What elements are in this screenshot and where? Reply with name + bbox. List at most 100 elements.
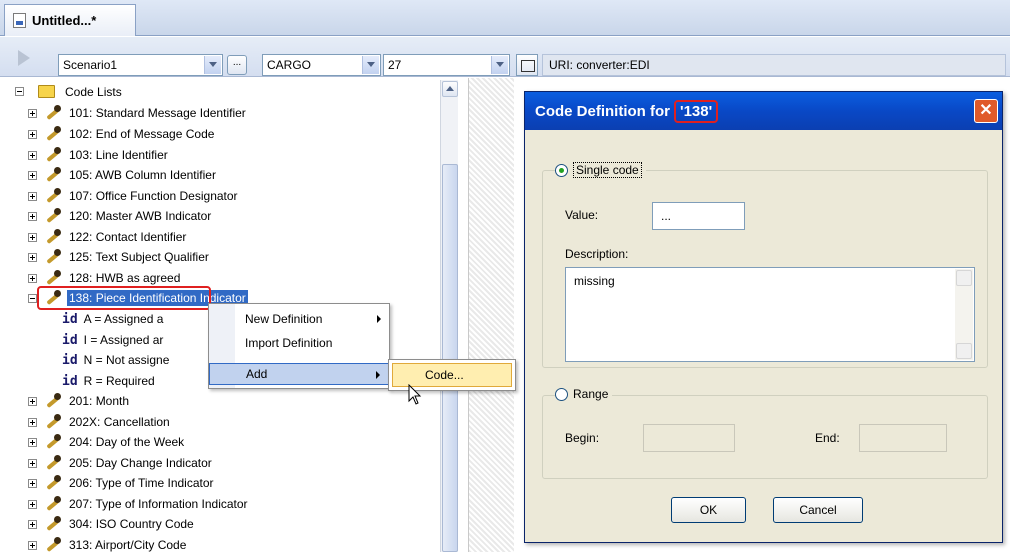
radio-label: Range [573, 387, 609, 401]
menu-item-label: Code... [425, 368, 464, 382]
range-radio[interactable]: Range [555, 387, 613, 401]
scenario-value: Scenario1 [63, 58, 118, 72]
code-entry-content: id A = Assigned a [62, 312, 163, 327]
standard-select[interactable]: CARGO [262, 54, 381, 76]
expand-icon[interactable] [28, 130, 37, 139]
code-list-icon [46, 208, 61, 222]
description-label: Description: [565, 247, 629, 261]
scroll-down-icon[interactable] [956, 343, 972, 359]
code-list-icon [46, 126, 61, 140]
code-entry-label: R = Required [83, 374, 155, 388]
tree-item-label: 202X: Cancellation [69, 415, 170, 429]
scrollbar-thumb[interactable] [442, 164, 458, 552]
menu-item-import-definition[interactable]: Import Definition [209, 332, 389, 354]
expand-icon[interactable] [28, 520, 37, 529]
expand-icon[interactable] [28, 109, 37, 118]
code-entry-content: id R = Required [62, 374, 155, 389]
document-tab-bar: Untitled...* [0, 0, 1010, 36]
expand-icon[interactable] [28, 479, 37, 488]
tree-item-label: 204: Day of the Week [69, 435, 185, 449]
dialog-title-code: '138' [674, 99, 719, 123]
code-list-icon [46, 147, 61, 161]
expand-icon[interactable] [28, 192, 37, 201]
chevron-down-icon[interactable] [362, 56, 379, 74]
expand-icon[interactable] [28, 397, 37, 406]
expand-icon[interactable] [28, 438, 37, 447]
description-scrollbar[interactable] [955, 269, 973, 360]
expand-icon[interactable] [28, 151, 37, 160]
description-field-text: missing [574, 274, 615, 288]
single-code-radio[interactable]: Single code [555, 162, 646, 178]
collapse-icon[interactable] [28, 294, 37, 303]
code-list-icon [46, 475, 61, 489]
code-list-icon [46, 167, 61, 181]
panel-splitter[interactable] [468, 78, 514, 552]
menu-item-new-definition[interactable]: New Definition [209, 308, 389, 330]
begin-label: Begin: [565, 431, 600, 445]
document-tab[interactable]: Untitled...* [4, 4, 136, 36]
uri-mapping-button[interactable] [516, 54, 538, 76]
expand-icon[interactable] [28, 171, 37, 180]
tree-item-label: 128: HWB as agreed [69, 271, 181, 285]
expand-icon[interactable] [28, 418, 37, 427]
code-list-icon [46, 455, 61, 469]
code-list-icon [46, 414, 61, 428]
dialog-title-bar[interactable]: Code Definition for '138' ✕ [525, 92, 1002, 130]
expand-icon[interactable] [28, 233, 37, 242]
code-list-icon [46, 229, 61, 243]
scenario-browse-button[interactable]: ... [227, 55, 247, 75]
code-entry-content: id I = Assigned ar [62, 333, 163, 348]
code-list-icon [46, 393, 61, 407]
selection-highlight-ring [37, 286, 211, 310]
code-entry-label: I = Assigned ar [83, 333, 164, 347]
value-field-text: ... [661, 209, 672, 223]
menu-item-label: Add [246, 367, 268, 381]
begin-field[interactable] [643, 424, 735, 452]
chevron-down-icon[interactable] [204, 56, 221, 74]
code-entry-content: id N = Not assigne [62, 353, 169, 368]
scroll-up-icon[interactable] [442, 81, 458, 97]
expand-icon[interactable] [28, 253, 37, 262]
radio-selected-icon [555, 163, 568, 177]
end-field[interactable] [859, 424, 947, 452]
radio-unselected-icon [555, 387, 568, 401]
tree-item-label: 105: AWB Column Identifier [69, 168, 216, 182]
uri-prefix: URI: [549, 58, 573, 72]
menu-item-add[interactable]: Add [209, 363, 389, 385]
id-icon: id [62, 312, 78, 327]
id-icon: id [62, 374, 78, 389]
code-entry-label: N = Not assigne [83, 353, 170, 367]
id-icon: id [62, 353, 78, 368]
expand-icon[interactable] [28, 500, 37, 509]
code-list-icon [46, 434, 61, 448]
chevron-down-icon[interactable] [491, 56, 508, 74]
version-value: 27 [388, 58, 402, 72]
value-label: Value: [565, 208, 599, 222]
scenario-select[interactable]: Scenario1 [58, 54, 223, 76]
folder-icon [38, 85, 55, 98]
version-select[interactable]: 27 [383, 54, 510, 76]
cancel-button[interactable]: Cancel [773, 497, 863, 523]
tree-item-label: 207: Type of Information Indicator [69, 497, 248, 511]
close-icon[interactable]: ✕ [974, 99, 998, 123]
value-field[interactable]: ... [652, 202, 745, 230]
expand-icon[interactable] [28, 541, 37, 550]
id-icon: id [62, 333, 78, 348]
play-icon[interactable] [18, 50, 30, 66]
tree-item-label: 125: Text Subject Qualifier [69, 250, 209, 264]
ok-button[interactable]: OK [671, 497, 746, 523]
description-field[interactable]: missing [565, 267, 975, 362]
tree-root-label: Code Lists [65, 85, 122, 99]
expand-icon[interactable] [28, 212, 37, 221]
tree-item-label: 101: Standard Message Identifier [69, 106, 246, 120]
tree-item-label: 107: Office Function Designator [69, 189, 238, 203]
collapse-icon[interactable] [15, 87, 24, 96]
expand-icon[interactable] [28, 459, 37, 468]
tree-scrollbar[interactable] [440, 80, 458, 552]
expand-icon[interactable] [28, 274, 37, 283]
tree-item-label: 313: Airport/City Code [69, 538, 187, 552]
menu-item-label: Import Definition [245, 336, 333, 350]
code-list-icon [46, 537, 61, 551]
scroll-up-icon[interactable] [956, 270, 972, 286]
code-list-icon [46, 188, 61, 202]
